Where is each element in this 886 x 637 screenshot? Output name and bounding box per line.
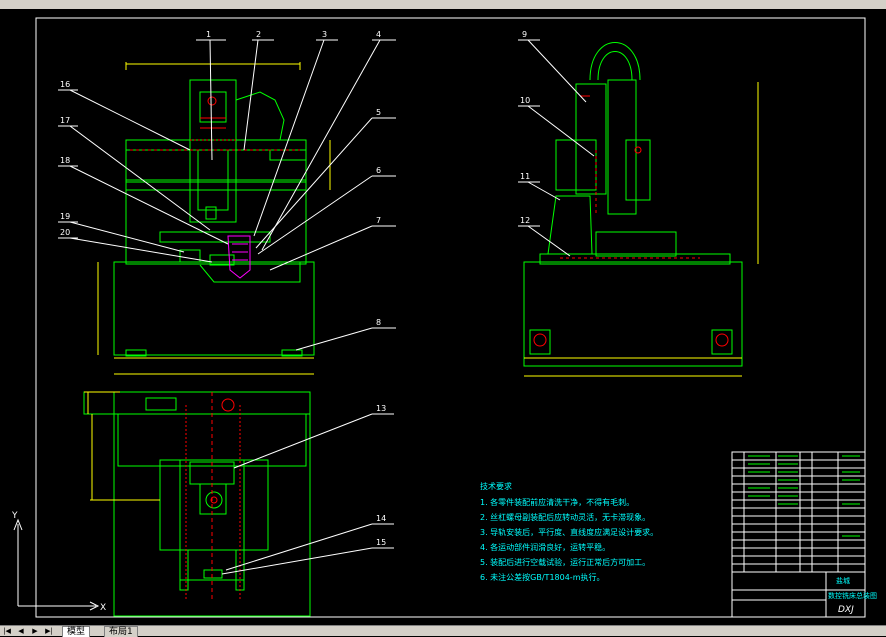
balloon-15: 15 <box>376 538 386 547</box>
leader-lines <box>58 39 595 575</box>
balloon-2: 2 <box>256 30 261 39</box>
balloon-10: 10 <box>520 96 530 105</box>
top-view <box>83 391 311 617</box>
new-icon[interactable] <box>4 0 14 8</box>
balloon-14: 14 <box>376 514 386 523</box>
side-view-dims <box>524 82 759 377</box>
notes-line-3: 3. 导轨安装后，平行度、直线度应满足设计要求。 <box>480 527 658 537</box>
balloon-17: 17 <box>60 116 70 125</box>
balloon-8: 8 <box>376 318 381 327</box>
title-company: 盐城 <box>836 576 850 585</box>
balloon-1: 1 <box>206 30 211 39</box>
title-drawing-name: 数控铣床总装图 <box>828 591 877 600</box>
tab-layout1[interactable]: 布局1 <box>104 626 138 637</box>
front-view-dims <box>97 62 331 375</box>
balloon-18: 18 <box>60 156 70 165</box>
balloon-4: 4 <box>376 30 381 39</box>
drawing-canvas[interactable]: 1 2 3 4 5 6 7 8 9 10 11 12 13 14 15 16 1… <box>0 9 886 625</box>
balloon-12: 12 <box>520 216 530 225</box>
notes-line-6: 6. 未注公差按GB/T1804-m执行。 <box>480 572 604 582</box>
notes-heading: 技术要求 <box>480 481 512 491</box>
balloon-20: 20 <box>60 228 70 237</box>
pan-icon[interactable] <box>80 0 90 8</box>
top-view-details <box>185 392 241 600</box>
balloon-6: 6 <box>376 166 381 175</box>
balloon-13: 13 <box>376 404 386 413</box>
balloon-3: 3 <box>322 30 327 39</box>
properties-icon[interactable] <box>448 0 458 8</box>
layout-tabs: |◀ ◀ ▶ ▶| 模型 布局1 <box>0 625 886 637</box>
technical-notes: 技术要求 1. 各零件装配前应清洗干净，不得有毛刺。 2. 丝杠螺母副装配后应转… <box>480 481 658 582</box>
balloon-7: 7 <box>376 216 381 225</box>
svg-text:X: X <box>100 603 106 613</box>
notes-line-5: 5. 装配后进行空载试验，运行正常后方可加工。 <box>480 557 650 567</box>
balloon-19: 19 <box>60 212 70 221</box>
notes-line-1: 1. 各零件装配前应清洗干净，不得有毛刺。 <box>480 497 634 507</box>
balloon-16: 16 <box>60 80 70 89</box>
balloon-labels: 1 2 3 4 5 6 7 8 9 10 11 12 13 14 15 16 1… <box>60 30 530 547</box>
front-view <box>113 79 315 357</box>
tab-model[interactable]: 模型 <box>62 626 91 637</box>
balloon-11: 11 <box>520 172 530 181</box>
balloon-5: 5 <box>376 108 381 117</box>
top-view-dims <box>84 391 160 501</box>
front-view-details <box>130 96 300 151</box>
undo-icon[interactable] <box>40 0 50 8</box>
ucs-icon: Y X <box>11 511 106 613</box>
title-drawing-code: DXJ <box>838 605 854 615</box>
side-view <box>523 42 743 367</box>
side-view-details <box>533 95 729 347</box>
balloon-9: 9 <box>522 30 527 39</box>
notes-line-2: 2. 丝杠螺母副装配后应转动灵活，无卡滞现象。 <box>480 512 650 522</box>
notes-line-4: 4. 各运动部件润滑良好，运转平稳。 <box>480 542 610 552</box>
svg-text:Y: Y <box>11 511 18 521</box>
